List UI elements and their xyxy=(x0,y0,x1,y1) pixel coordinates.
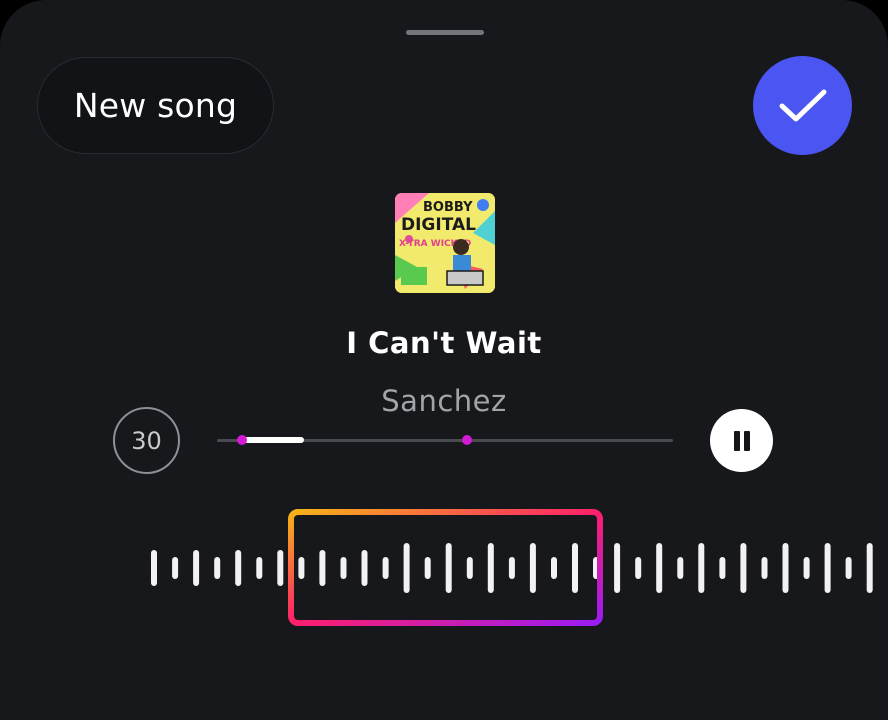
waveform-bar xyxy=(551,557,557,579)
waveform-bar xyxy=(151,550,157,586)
waveform-bar xyxy=(277,550,284,586)
waveform-bar xyxy=(466,557,473,579)
duration-label: 30 xyxy=(131,426,162,455)
waveform-bar xyxy=(424,557,431,579)
clip-start-marker[interactable] xyxy=(237,435,248,445)
waveform-bars xyxy=(151,543,873,593)
waveform-bar xyxy=(656,543,663,593)
waveform-bar xyxy=(340,557,347,579)
waveform-bar xyxy=(172,557,179,579)
waveform-bar xyxy=(572,543,578,593)
waveform-bar xyxy=(214,557,221,579)
song-title: I Can't Wait xyxy=(346,326,542,360)
svg-text:DIGITAL: DIGITAL xyxy=(401,215,476,235)
waveform-bar xyxy=(803,557,810,579)
waveform-bar xyxy=(845,557,852,579)
waveform-bar xyxy=(319,550,326,586)
waveform-bar xyxy=(635,557,642,579)
waveform-bar xyxy=(298,557,305,579)
waveform-bar xyxy=(382,557,389,579)
waveform-bar xyxy=(677,557,684,579)
playback-progress xyxy=(242,437,304,443)
waveform-bar xyxy=(529,543,536,593)
checkmark-icon xyxy=(779,89,826,121)
waveform-bar xyxy=(508,557,515,579)
waveform-scrubber[interactable] xyxy=(0,500,888,640)
pause-icon xyxy=(733,430,740,451)
album-art: BOBBY DIGITAL X-TRA WICKED xyxy=(395,193,495,293)
waveform-bar xyxy=(782,543,789,593)
waveform-bar xyxy=(235,550,242,586)
music-picker-sheet: New song BOBBY DIGITAL X-TRA WICKED I Ca… xyxy=(0,0,888,720)
waveform-bar xyxy=(193,550,200,586)
waveform-bar xyxy=(719,557,726,579)
waveform-bar xyxy=(403,543,410,593)
new-song-label: New song xyxy=(73,86,238,125)
waveform-bar xyxy=(361,550,368,586)
waveform-bar xyxy=(487,543,494,593)
waveform-bar xyxy=(614,543,621,593)
new-song-button[interactable]: New song xyxy=(37,57,274,154)
waveform-bar xyxy=(740,543,747,593)
duration-button[interactable]: 30 xyxy=(113,407,180,474)
waveform-bar xyxy=(824,543,831,593)
confirm-button[interactable] xyxy=(753,56,852,155)
waveform-bar xyxy=(761,557,768,579)
waveform-bar xyxy=(256,557,263,579)
waveform-bar xyxy=(866,543,873,593)
waveform-bar xyxy=(445,543,452,593)
waveform-bar xyxy=(698,543,705,593)
pause-button[interactable] xyxy=(710,409,773,472)
svg-text:BOBBY: BOBBY xyxy=(423,200,473,215)
clip-position-marker[interactable] xyxy=(461,435,472,445)
drag-handle[interactable] xyxy=(406,30,484,35)
